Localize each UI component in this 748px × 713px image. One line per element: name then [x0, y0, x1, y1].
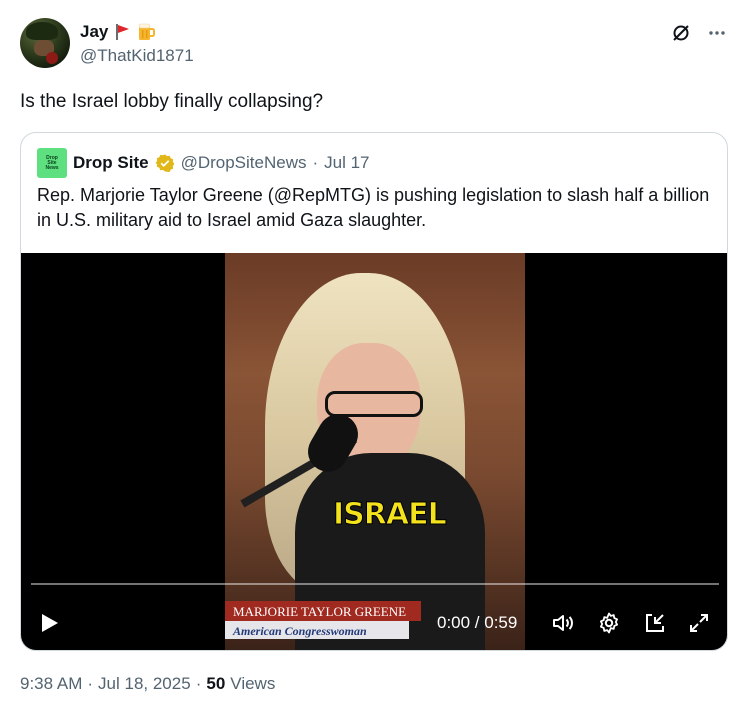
tweet-header: Jay @ThatKid1871: [20, 18, 728, 70]
video-progress-bar[interactable]: [31, 583, 719, 585]
separator-dot: ·: [195, 674, 202, 693]
separator-dot: ·: [87, 674, 94, 693]
views-label: Views: [230, 674, 276, 693]
settings-gear-icon[interactable]: [597, 611, 621, 635]
quoted-header: Drop Site News Drop Site @DropSiteNews · J…: [37, 148, 370, 178]
picture-in-picture-icon[interactable]: [643, 611, 667, 635]
tweet-top-actions: [670, 22, 728, 44]
tweet-date[interactable]: Jul 18, 2025: [98, 674, 191, 694]
tweet-meta: 9:38 AM · Jul 18, 2025 · 50 Views: [20, 674, 275, 694]
views-count: 50: [206, 674, 226, 693]
author-name-row: Jay: [80, 20, 156, 44]
video-time: 0:00 / 0:59: [437, 613, 518, 632]
quoted-handle[interactable]: @DropSiteNews: [181, 153, 307, 173]
quoted-date[interactable]: Jul 17: [324, 153, 369, 173]
beer-mug-icon: [136, 22, 156, 42]
tweet-time[interactable]: 9:38 AM: [20, 674, 82, 694]
author-handle[interactable]: @ThatKid1871: [80, 46, 194, 66]
tweet-text: Is the Israel lobby finally collapsing?: [20, 91, 324, 112]
quoted-display-name[interactable]: Drop Site: [73, 153, 149, 173]
grok-icon[interactable]: [670, 22, 692, 44]
video-frame: ISRAEL MARJORIE TAYLOR GREENE American C…: [225, 253, 525, 650]
volume-icon[interactable]: [551, 611, 575, 635]
drop-site-logo[interactable]: Drop Site News: [37, 148, 67, 178]
separator-dot: ·: [312, 153, 319, 172]
video-caption: ISRAEL: [333, 497, 448, 533]
fullscreen-icon[interactable]: [687, 611, 711, 635]
more-options-icon[interactable]: [706, 22, 728, 44]
play-icon[interactable]: [37, 611, 61, 635]
video-controls: 0:00 / 0:59: [21, 603, 727, 643]
quoted-tweet-card[interactable]: Drop Site News Drop Site @DropSiteNews · J…: [20, 132, 728, 651]
quoted-text: Rep. Marjorie Taylor Greene (@RepMTG) is…: [37, 185, 710, 230]
red-flag-icon: [112, 22, 132, 42]
author-avatar[interactable]: [20, 18, 70, 68]
verified-badge-icon: [155, 153, 175, 173]
video-player[interactable]: ISRAEL MARJORIE TAYLOR GREENE American C…: [21, 253, 727, 650]
author-display-name[interactable]: Jay: [80, 22, 108, 42]
